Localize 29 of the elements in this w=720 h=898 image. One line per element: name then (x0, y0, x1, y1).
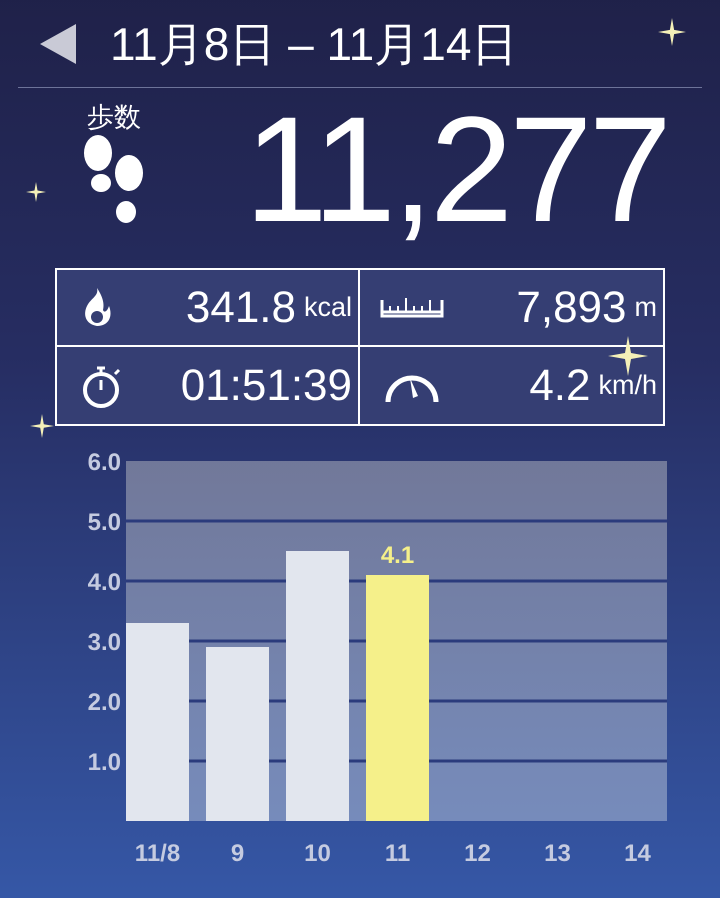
x-axis-label: 13 (544, 840, 571, 867)
x-axis-label: 12 (464, 840, 491, 867)
date-range-title: 11月8日 – 11月14日 (110, 20, 518, 66)
x-axis-label: 11 (384, 840, 410, 867)
steps-label: 歩数 (87, 104, 141, 131)
stat-value: 4.2 (529, 364, 590, 408)
sparkle-icon (30, 414, 54, 438)
sparkle-icon (658, 18, 686, 46)
stat-unit: m (634, 294, 657, 321)
stat-unit: km/h (598, 372, 657, 399)
y-axis-label: 4.0 (88, 569, 121, 596)
x-axis-label: 10 (304, 840, 331, 867)
stat-value: 7,893 (516, 286, 626, 330)
stat-unit: kcal (304, 294, 352, 321)
back-arrow-icon[interactable] (40, 24, 76, 64)
y-axis-label: 2.0 (88, 689, 121, 716)
y-axis-label: 5.0 (88, 509, 121, 536)
y-axis-label: 6.0 (88, 449, 121, 476)
stat-value: 01:51:39 (180, 364, 352, 408)
y-axis-label: 3.0 (88, 629, 121, 656)
bar-value-label: 4.1 (380, 542, 414, 569)
sparkle-icon (26, 182, 46, 202)
y-axis-label: 1.0 (88, 749, 121, 776)
x-axis-label: 14 (624, 840, 651, 867)
x-axis-label: 11/8 (134, 840, 180, 867)
steps-count: 11,277 (244, 94, 668, 244)
x-axis-label: 9 (230, 840, 244, 867)
stat-value: 341.8 (186, 286, 296, 330)
sparkle-icon (608, 336, 648, 376)
